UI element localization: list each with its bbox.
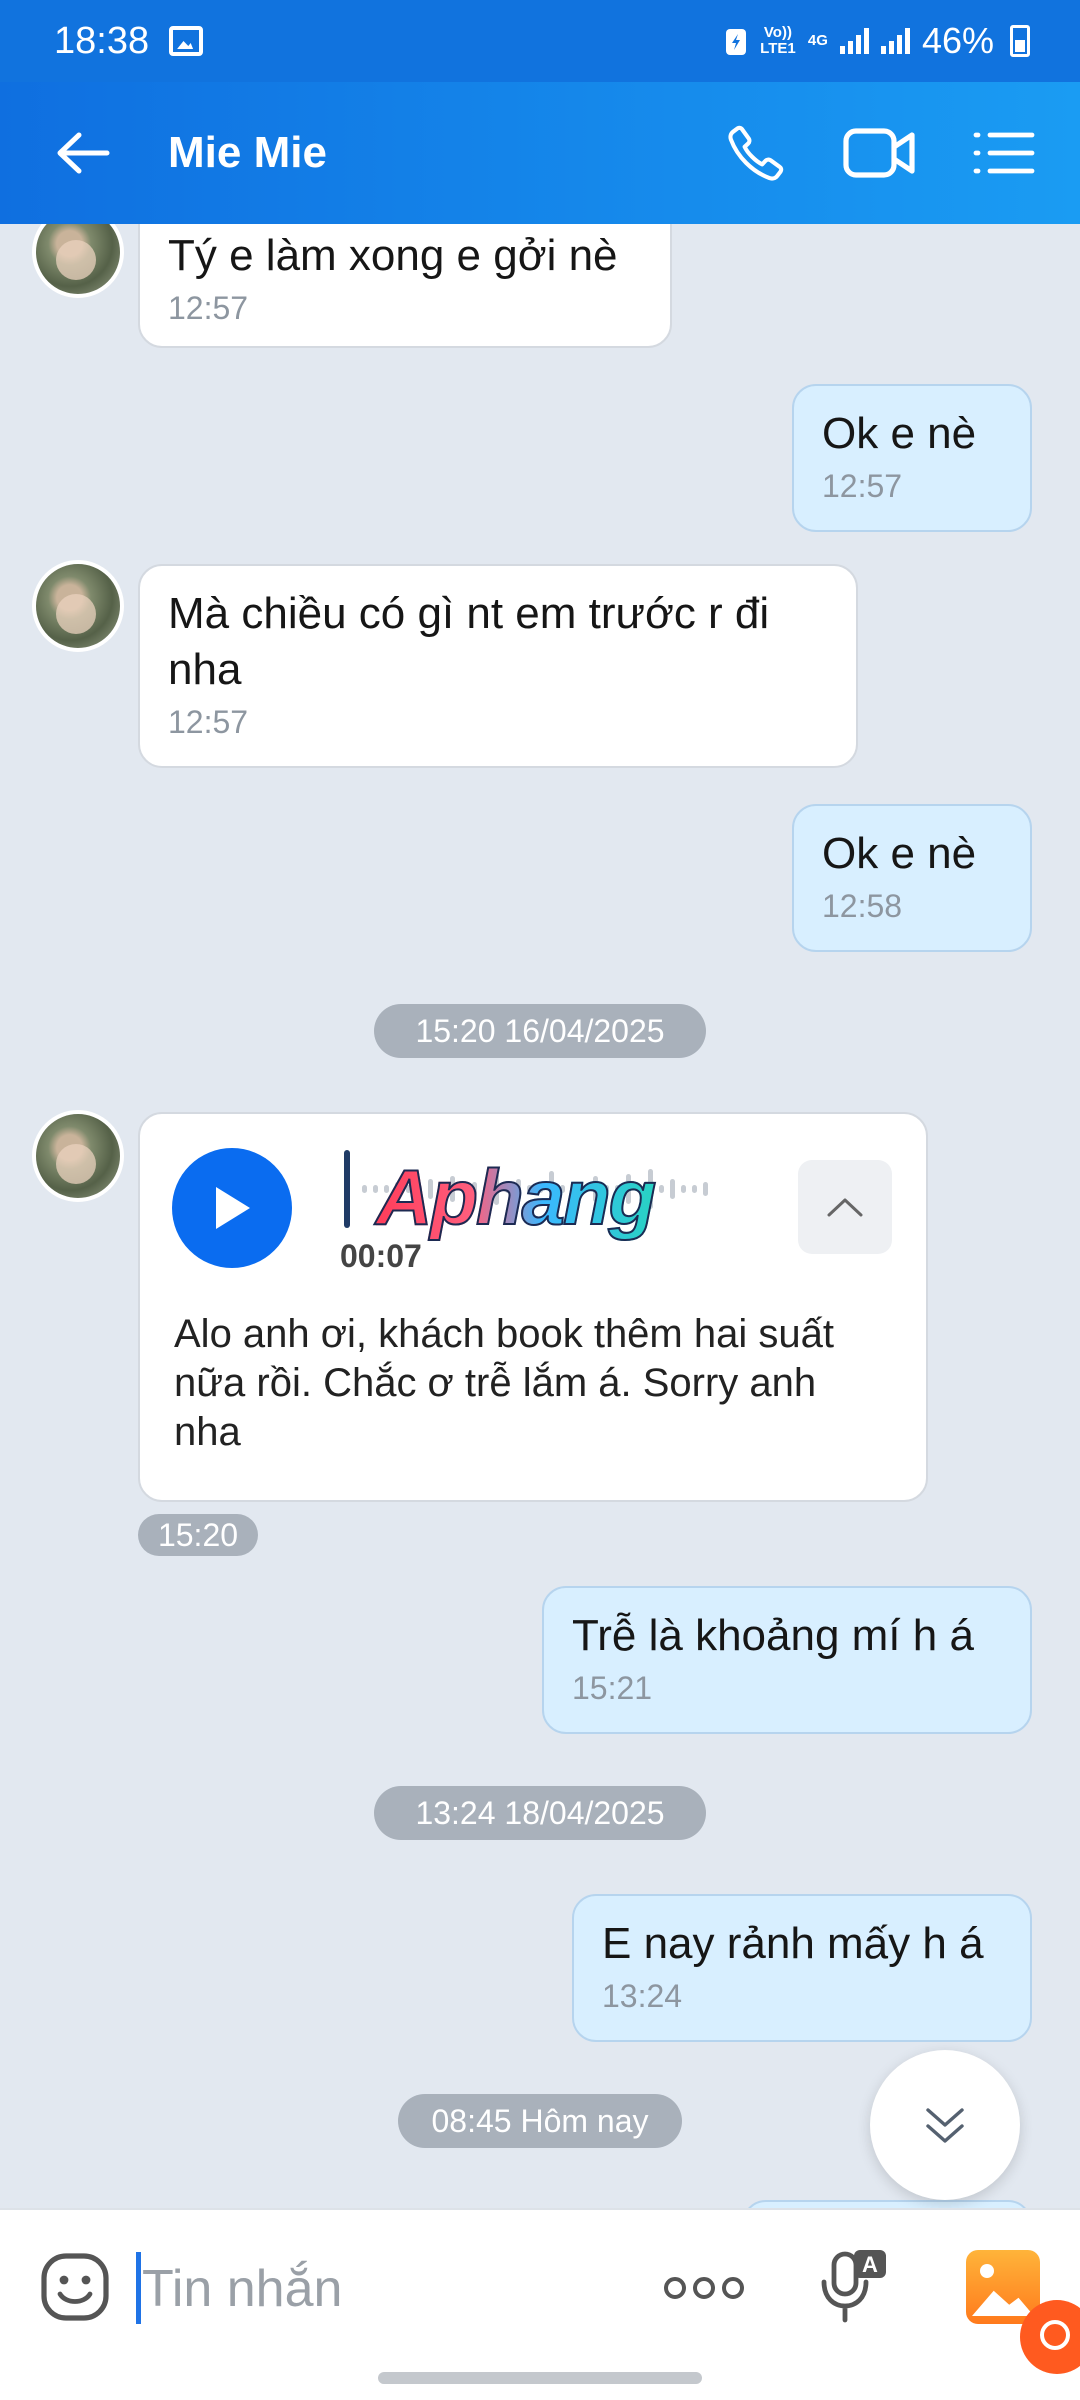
outgoing-message[interactable]: Ok e nè 12:58 <box>792 804 1032 952</box>
voice-call-button[interactable] <box>714 111 798 195</box>
message-list[interactable]: Tý e làm xong e gởi nè 12:57 Ok e nè 12:… <box>0 224 1080 2208</box>
voice-message[interactable]: Aphang 00:07 Alo anh ơi, khách book thêm… <box>138 1112 928 1502</box>
message-text: Ok e nè <box>822 829 977 878</box>
watermark-logo: Aphang <box>375 1152 657 1242</box>
voice-duration: 00:07 <box>340 1238 422 1274</box>
message-text: E nay rảnh mấy h á <box>602 1919 984 1968</box>
outgoing-message-partial[interactable] <box>742 2200 1032 2208</box>
battery-saver-icon <box>725 29 746 55</box>
voice-to-text-button[interactable]: A <box>818 2246 890 2326</box>
incoming-message[interactable]: Tý e làm xong e gởi nè 12:57 <box>138 224 672 348</box>
message-time: 12:58 <box>822 888 903 924</box>
message-text: Tý e làm xong e gởi nè <box>168 231 618 280</box>
emoji-button[interactable] <box>38 2250 112 2324</box>
scroll-to-bottom-button[interactable] <box>870 2050 1020 2200</box>
sticker-emoji-icon <box>41 2253 109 2321</box>
phone-icon <box>728 125 784 181</box>
list-menu-icon <box>973 132 1035 174</box>
incoming-message[interactable]: Mà chiều có gì nt em trước r đi nha 12:5… <box>138 564 858 768</box>
message-time: 13:24 <box>602 1978 683 2014</box>
network-type-label: 4G <box>807 32 828 49</box>
message-text: Mà chiều có gì nt em trước r đi nha <box>168 589 770 694</box>
outgoing-message[interactable]: E nay rảnh mấy h á 13:24 <box>572 1894 1032 2042</box>
chat-header: Mie Mie <box>0 82 1080 224</box>
contact-avatar[interactable] <box>32 560 124 652</box>
chat-options-button[interactable] <box>962 111 1046 195</box>
outgoing-message[interactable]: Ok e nè 12:57 <box>792 384 1032 532</box>
message-text: Trễ là khoảng mí h á <box>572 1611 974 1660</box>
message-time: 12:57 <box>168 704 249 740</box>
double-chevron-down-icon <box>926 2108 964 2143</box>
chevron-up-icon <box>827 1198 863 1217</box>
voice-transcript: Alo anh ơi, khách book thêm hai suất nữa… <box>174 1312 834 1454</box>
video-call-button[interactable] <box>838 111 922 195</box>
volte-label: Vo)) LTE1 <box>760 24 796 57</box>
play-icon <box>216 1187 250 1229</box>
gallery-notification-icon <box>169 26 204 56</box>
header-actions <box>714 111 1046 195</box>
play-button[interactable] <box>172 1148 292 1268</box>
status-bar: 18:38 Vo)) LTE1 4G 46% <box>0 0 1080 82</box>
microphone-transcribe-icon: A <box>821 2250 886 2323</box>
date-separator: 13:24 18/04/2025 <box>374 1786 706 1840</box>
message-time: 12:57 <box>168 290 249 326</box>
message-time: 12:57 <box>822 468 903 504</box>
signal-2-icon <box>880 28 910 54</box>
message-time: 15:21 <box>572 1670 653 1706</box>
collapse-transcript-button[interactable] <box>798 1160 892 1254</box>
svg-text:A: A <box>862 2252 878 2277</box>
more-options-button[interactable] <box>664 2268 744 2308</box>
date-separator: 08:45 Hôm nay <box>398 2094 682 2148</box>
back-button[interactable] <box>38 108 128 198</box>
status-time: 18:38 <box>54 19 150 62</box>
text-caret <box>136 2252 141 2324</box>
message-input[interactable] <box>142 2254 602 2324</box>
battery-percent: 46% <box>921 20 994 61</box>
contact-name[interactable]: Mie Mie <box>168 128 327 178</box>
outgoing-message[interactable]: Trễ là khoảng mí h á 15:21 <box>542 1586 1032 1734</box>
battery-icon <box>1010 25 1030 57</box>
date-separator: 15:20 16/04/2025 <box>374 1004 706 1058</box>
message-time: 15:20 <box>138 1514 258 1556</box>
contact-avatar[interactable] <box>32 1110 124 1202</box>
home-indicator[interactable] <box>378 2372 702 2384</box>
contact-avatar[interactable] <box>32 224 124 298</box>
playback-cursor[interactable] <box>344 1150 350 1228</box>
signal-1-icon <box>839 28 869 54</box>
status-indicators: Vo)) LTE1 4G 46% <box>724 20 1030 62</box>
message-text: Ok e nè <box>822 409 977 458</box>
video-camera-icon <box>843 128 915 178</box>
arrow-left-icon <box>57 132 110 174</box>
